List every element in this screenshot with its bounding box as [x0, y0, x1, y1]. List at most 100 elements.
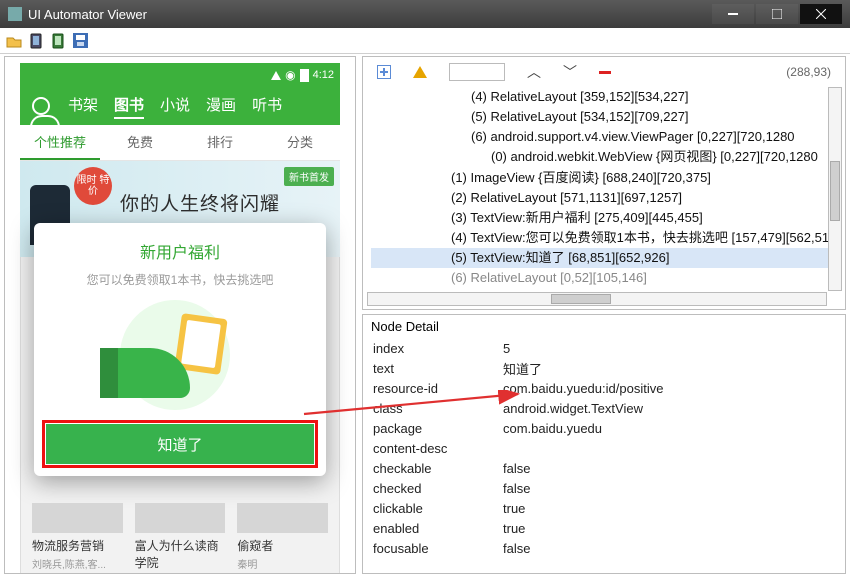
detail-row: content-desc: [363, 438, 845, 458]
window-titlebar: UI Automator Viewer: [0, 0, 850, 28]
nav-novel[interactable]: 小说: [160, 94, 190, 119]
nav-shelf[interactable]: 书架: [68, 94, 98, 119]
tree-row[interactable]: (3) TextView:新用户福利 [275,409][445,455]: [371, 208, 837, 228]
wifi-icon: ◉: [285, 68, 295, 82]
detail-key: content-desc: [363, 441, 503, 456]
hierarchy-tree-panel: ︿ ﹀ (288,93) (4) RelativeLayout [359,152…: [362, 56, 846, 310]
book-card[interactable]: 富人为什么读商学院 郎世荣: [135, 503, 226, 574]
next-icon[interactable]: ﹀: [563, 62, 577, 82]
sub-tabs: 个性推荐 免费 排行 分类: [20, 125, 340, 161]
tree-row[interactable]: (6) android.support.v4.view.ViewPager [0…: [371, 127, 837, 147]
tree-row[interactable]: (0) android.webkit.WebView {网页视图} [0,227…: [371, 147, 837, 167]
subtab-rank[interactable]: 排行: [180, 125, 260, 160]
modal-confirm-button[interactable]: 知道了: [46, 424, 314, 464]
detail-row: clickabletrue: [363, 498, 845, 518]
window-minimize-button[interactable]: [712, 4, 754, 24]
device-dump-icon[interactable]: [50, 33, 66, 49]
detail-key: enabled: [363, 521, 503, 536]
detail-row: checkablefalse: [363, 458, 845, 478]
screenshot-panel: ◉ 4:12 书架 图书 小说 漫画 听书 个性推荐 免费 排行 分类: [4, 56, 356, 574]
detail-key: checked: [363, 481, 503, 496]
save-icon[interactable]: [72, 33, 88, 49]
detail-row: checkedfalse: [363, 478, 845, 498]
tree-row[interactable]: (6) RelativeLayout [0,52][105,146]: [371, 268, 837, 288]
detail-key: focusable: [363, 541, 503, 556]
window-close-button[interactable]: [800, 4, 842, 24]
subtab-category[interactable]: 分类: [260, 125, 340, 160]
detail-row: focusablefalse: [363, 538, 845, 558]
top-nav: 书架 图书 小说 漫画 听书: [68, 94, 282, 119]
cursor-coord: (288,93): [786, 65, 831, 79]
tree-search-input[interactable]: [449, 63, 505, 81]
window-title: UI Automator Viewer: [28, 7, 147, 22]
book-card[interactable]: 偷窥者 秦明: [237, 503, 328, 574]
detail-value: true: [503, 501, 845, 516]
tree-row[interactable]: (1) ImageView {百度阅读} [688,240][720,375]: [371, 168, 837, 188]
book-title: 富人为什么读商学院: [135, 537, 226, 571]
book-author: 郎世荣: [135, 573, 226, 574]
detail-row: packagecom.baidu.yuedu: [363, 418, 845, 438]
detail-key: class: [363, 401, 503, 416]
detail-key: package: [363, 421, 503, 436]
detail-value: com.baidu.yuedu: [503, 421, 845, 436]
hierarchy-tree[interactable]: (4) RelativeLayout [359,152][534,227](5)…: [363, 87, 845, 294]
detail-row: enabledtrue: [363, 518, 845, 538]
welfare-modal: 新用户福利 您可以免费领取1本书，快去挑选吧 知道了: [34, 223, 326, 476]
banner-badge: 限时 特价: [74, 167, 112, 205]
detail-value: false: [503, 481, 845, 496]
detail-row: classandroid.widget.TextView: [363, 398, 845, 418]
android-statusbar: ◉ 4:12: [20, 63, 340, 87]
tree-toolbar: ︿ ﹀ (288,93): [363, 57, 845, 87]
subtab-recommend[interactable]: 个性推荐: [20, 125, 100, 160]
detail-key: clickable: [363, 501, 503, 516]
detail-heading: Node Detail: [363, 315, 845, 338]
prev-icon[interactable]: ︿: [527, 62, 541, 82]
modal-title: 新用户福利: [34, 239, 326, 263]
detail-row: resource-idcom.baidu.yuedu:id/positive: [363, 378, 845, 398]
nav-books[interactable]: 图书: [114, 94, 144, 119]
warning-icon[interactable]: [413, 66, 427, 78]
status-time: 4:12: [313, 69, 334, 81]
user-icon[interactable]: [32, 97, 50, 115]
node-detail-panel: Node Detail index5text知道了resource-idcom.…: [362, 314, 846, 574]
book-author: 秦明: [237, 556, 328, 571]
nav-audio[interactable]: 听书: [252, 94, 282, 119]
modal-illustration: [100, 300, 260, 410]
detail-value: true: [503, 521, 845, 536]
tree-hscrollbar[interactable]: [367, 292, 827, 306]
tree-row[interactable]: (5) RelativeLayout [534,152][709,227]: [371, 107, 837, 127]
expand-all-icon[interactable]: [377, 65, 391, 79]
book-title: 物流服务营销: [32, 537, 123, 554]
main-toolbar: [0, 28, 850, 54]
banner-text: 你的人生终将闪耀: [120, 189, 280, 216]
subtab-free[interactable]: 免费: [100, 125, 180, 160]
detail-value: 5: [503, 341, 845, 356]
book-author: 刘晓兵,陈燕,客...: [32, 556, 123, 571]
tree-row[interactable]: (4) TextView:您可以免费领取1本书，快去挑选吧 [157,479][…: [371, 228, 837, 248]
battery-icon: [300, 69, 309, 82]
tree-row[interactable]: (2) RelativeLayout [571,1131][697,1257]: [371, 188, 837, 208]
nav-comic[interactable]: 漫画: [206, 94, 236, 119]
detail-row: index5: [363, 338, 845, 358]
tree-vscrollbar[interactable]: [828, 87, 842, 291]
app-icon: [8, 7, 22, 21]
open-icon[interactable]: [6, 33, 22, 49]
book-thumb: [135, 503, 226, 533]
device-screenshot-icon[interactable]: [28, 33, 44, 49]
device-screenshot[interactable]: ◉ 4:12 书架 图书 小说 漫画 听书 个性推荐 免费 排行 分类: [20, 63, 340, 574]
tree-row[interactable]: (5) TextView:知道了 [68,851][652,926]: [371, 248, 837, 268]
book-cards-row: 物流服务营销 刘晓兵,陈燕,客... 富人为什么读商学院 郎世荣 偷窥者 秦明: [20, 499, 340, 574]
remove-icon[interactable]: [599, 71, 611, 74]
tree-row[interactable]: (4) RelativeLayout [359,152][534,227]: [371, 87, 837, 107]
book-thumb: [237, 503, 328, 533]
window-maximize-button[interactable]: [756, 4, 798, 24]
detail-value: false: [503, 541, 845, 556]
detail-value: com.baidu.yuedu:id/positive: [503, 381, 845, 396]
detail-key: resource-id: [363, 381, 503, 396]
book-card[interactable]: 物流服务营销 刘晓兵,陈燕,客...: [32, 503, 123, 574]
book-title: 偷窥者: [237, 537, 328, 554]
detail-value: 知道了: [503, 359, 845, 378]
detail-row: text知道了: [363, 358, 845, 378]
detail-value: false: [503, 461, 845, 476]
detail-key: text: [363, 361, 503, 376]
